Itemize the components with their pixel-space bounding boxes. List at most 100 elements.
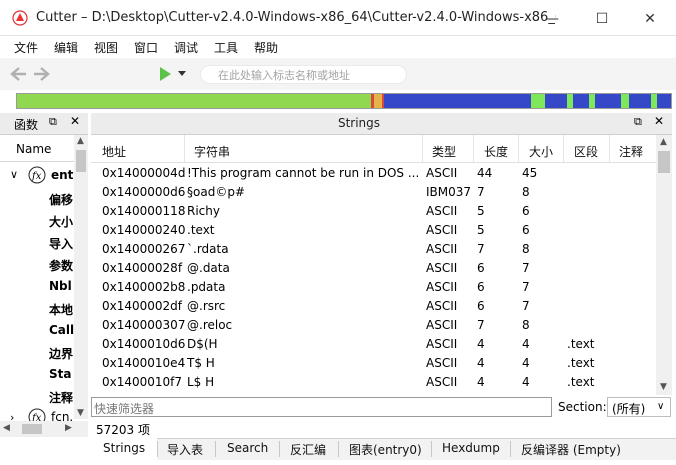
column-separator[interactable]	[563, 135, 564, 163]
menu-view[interactable]: 视图	[94, 39, 118, 56]
length-cell: 7	[477, 318, 485, 332]
size-cell: 8	[522, 242, 530, 256]
function-attr-item[interactable]: 导入	[49, 235, 73, 252]
column-header-size[interactable]: 大小	[529, 143, 553, 160]
functions-hscroll-thumb[interactable]	[22, 424, 42, 434]
function-attr-item[interactable]: 本地	[49, 301, 73, 318]
overview-segment	[595, 94, 621, 108]
column-header-address[interactable]: 地址	[102, 143, 126, 160]
address-cell: 0x1400000d6	[102, 185, 186, 199]
table-row[interactable]: 0x140000307 @.reloc ASCII 7 8	[91, 317, 656, 336]
float-panel-icon[interactable]: ⧉	[634, 115, 642, 129]
size-cell: 7	[522, 261, 530, 275]
menu-window[interactable]: 窗口	[134, 39, 158, 56]
overview-segment	[629, 94, 651, 108]
tab-separator	[431, 441, 432, 457]
table-row[interactable]: 0x14000004d !This program cannot be run …	[91, 165, 656, 184]
functions-scroll-thumb[interactable]	[76, 150, 86, 172]
size-cell: 7	[522, 280, 530, 294]
tab-disassembly[interactable]: 反汇编	[290, 441, 326, 458]
function-attr-item[interactable]: Sta	[49, 367, 71, 381]
section-cell: .text	[567, 337, 595, 351]
column-header-type[interactable]: 类型	[432, 143, 456, 160]
chevron-down-icon[interactable]: ∨	[657, 401, 664, 412]
menu-edit[interactable]: 编辑	[54, 39, 78, 56]
column-header-comment[interactable]: 注释	[619, 143, 643, 160]
tab-graph[interactable]: 图表(entry0)	[349, 441, 422, 458]
size-cell: 4	[522, 337, 530, 351]
menu-tools[interactable]: 工具	[214, 39, 238, 56]
scroll-right-icon[interactable]: ▶	[65, 423, 72, 433]
function-attr-item[interactable]: 大小	[49, 213, 73, 230]
function-attr-item[interactable]: Nbl	[49, 279, 72, 293]
table-row[interactable]: 0x1400010d6 D$(H ASCII 4 4 .text	[91, 336, 656, 355]
table-row[interactable]: 0x140000240 .text ASCII 5 6	[91, 222, 656, 241]
scroll-down-icon[interactable]: ▼	[77, 408, 84, 418]
back-arrow-icon[interactable]	[10, 66, 28, 82]
table-row[interactable]: 0x1400010e4 T$ H ASCII 4 4 .text	[91, 355, 656, 374]
table-row[interactable]: 0x14000028f @.data ASCII 6 7	[91, 260, 656, 279]
maximize-button[interactable]: ☐	[582, 6, 622, 32]
scroll-up-icon[interactable]: ▲	[660, 137, 667, 147]
scroll-up-icon[interactable]: ▲	[77, 136, 84, 146]
column-separator[interactable]	[518, 135, 519, 163]
function-attr-item[interactable]: Call	[49, 323, 74, 337]
function-entry-label[interactable]: ent	[51, 168, 73, 182]
strings-scroll-thumb[interactable]	[658, 151, 670, 173]
string-cell: @.rsrc	[187, 299, 226, 313]
functions-horizontal-scrollbar[interactable]	[0, 421, 88, 437]
menu-help[interactable]: 帮助	[254, 39, 278, 56]
quick-filter-placeholder: 快速筛选器	[94, 402, 155, 416]
function-attr-item[interactable]: 参数	[49, 257, 73, 274]
overview-bar[interactable]	[16, 93, 672, 109]
size-cell: 8	[522, 185, 530, 199]
table-row[interactable]: 0x1400000d6 §oad©p# IBM037 7 8	[91, 184, 656, 203]
length-cell: 6	[477, 261, 485, 275]
table-row[interactable]: 0x1400002df @.rsrc ASCII 6 7	[91, 298, 656, 317]
column-header-section[interactable]: 区段	[574, 143, 598, 160]
function-icon: fx	[28, 166, 46, 184]
play-icon[interactable]	[158, 66, 172, 82]
length-cell: 5	[477, 204, 485, 218]
scroll-left-icon[interactable]: ◀	[3, 423, 10, 433]
scroll-down-icon[interactable]: ▼	[660, 382, 667, 392]
tab-search[interactable]: Search	[227, 441, 268, 455]
column-separator[interactable]	[609, 135, 610, 163]
column-header-length[interactable]: 长度	[484, 143, 508, 160]
column-header-string[interactable]: 字符串	[194, 143, 230, 160]
quick-filter-input[interactable]	[91, 397, 552, 417]
forward-arrow-icon[interactable]	[32, 66, 50, 82]
tab-decompiler[interactable]: 反编译器 (Empty)	[521, 441, 621, 458]
tab-separator	[510, 441, 511, 457]
function-attr-item[interactable]: 注释	[49, 389, 73, 406]
tab-separator	[157, 441, 158, 457]
functions-vertical-scrollbar[interactable]	[74, 135, 88, 419]
table-row[interactable]: 0x140000118 Richy ASCII 5 6	[91, 203, 656, 222]
length-cell: 4	[477, 375, 485, 389]
close-panel-icon[interactable]: ✕	[654, 114, 664, 128]
chevron-down-icon[interactable]: ∨	[10, 168, 18, 181]
length-cell: 6	[477, 280, 485, 294]
tab-imports[interactable]: 导入表	[167, 441, 203, 458]
minimize-button[interactable]: —	[532, 6, 572, 32]
table-row[interactable]: 0x1400002b8 .pdata ASCII 6 7	[91, 279, 656, 298]
table-row[interactable]: 0x1400010f7 L$ H ASCII 4 4 .text	[91, 374, 656, 393]
column-separator[interactable]	[422, 135, 423, 163]
address-cell: 0x140000118	[102, 204, 186, 218]
close-panel-icon[interactable]: ✕	[70, 114, 80, 128]
play-dropdown-icon[interactable]	[178, 71, 186, 77]
menu-file[interactable]: 文件	[14, 39, 38, 56]
overview-segment	[621, 94, 629, 108]
float-panel-icon[interactable]: ⧉	[49, 115, 57, 129]
function-attr-item[interactable]: 偏移	[49, 191, 73, 208]
table-row[interactable]: 0x140000267 `.rdata ASCII 7 8	[91, 241, 656, 260]
tab-strings[interactable]: Strings	[103, 441, 145, 455]
close-button[interactable]: ✕	[630, 6, 670, 32]
strings-vertical-scrollbar[interactable]	[656, 135, 672, 395]
type-cell: ASCII	[426, 223, 458, 237]
column-separator[interactable]	[184, 135, 185, 163]
menu-debug[interactable]: 调试	[174, 39, 198, 56]
function-attr-item[interactable]: 边界	[49, 345, 73, 362]
tab-hexdump[interactable]: Hexdump	[442, 441, 500, 455]
column-separator[interactable]	[473, 135, 474, 163]
